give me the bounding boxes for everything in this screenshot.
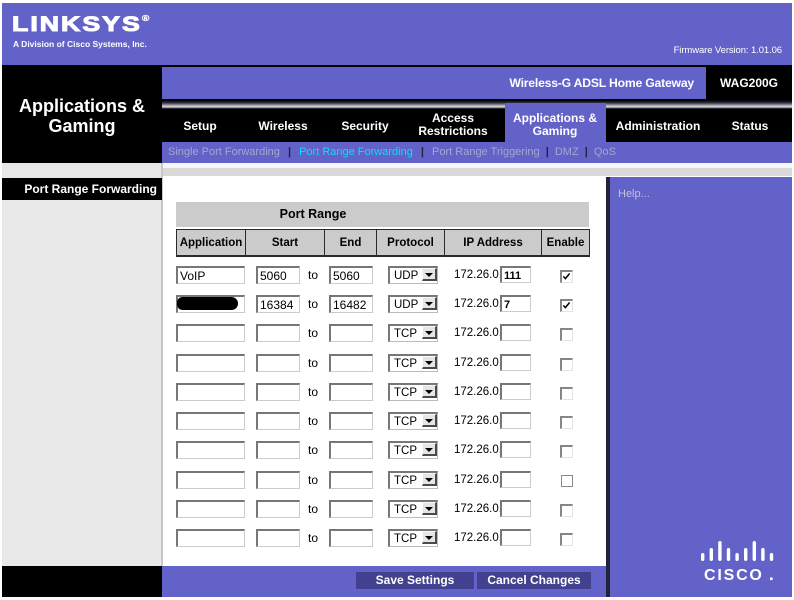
svg-text:CISCO: CISCO <box>704 567 764 584</box>
